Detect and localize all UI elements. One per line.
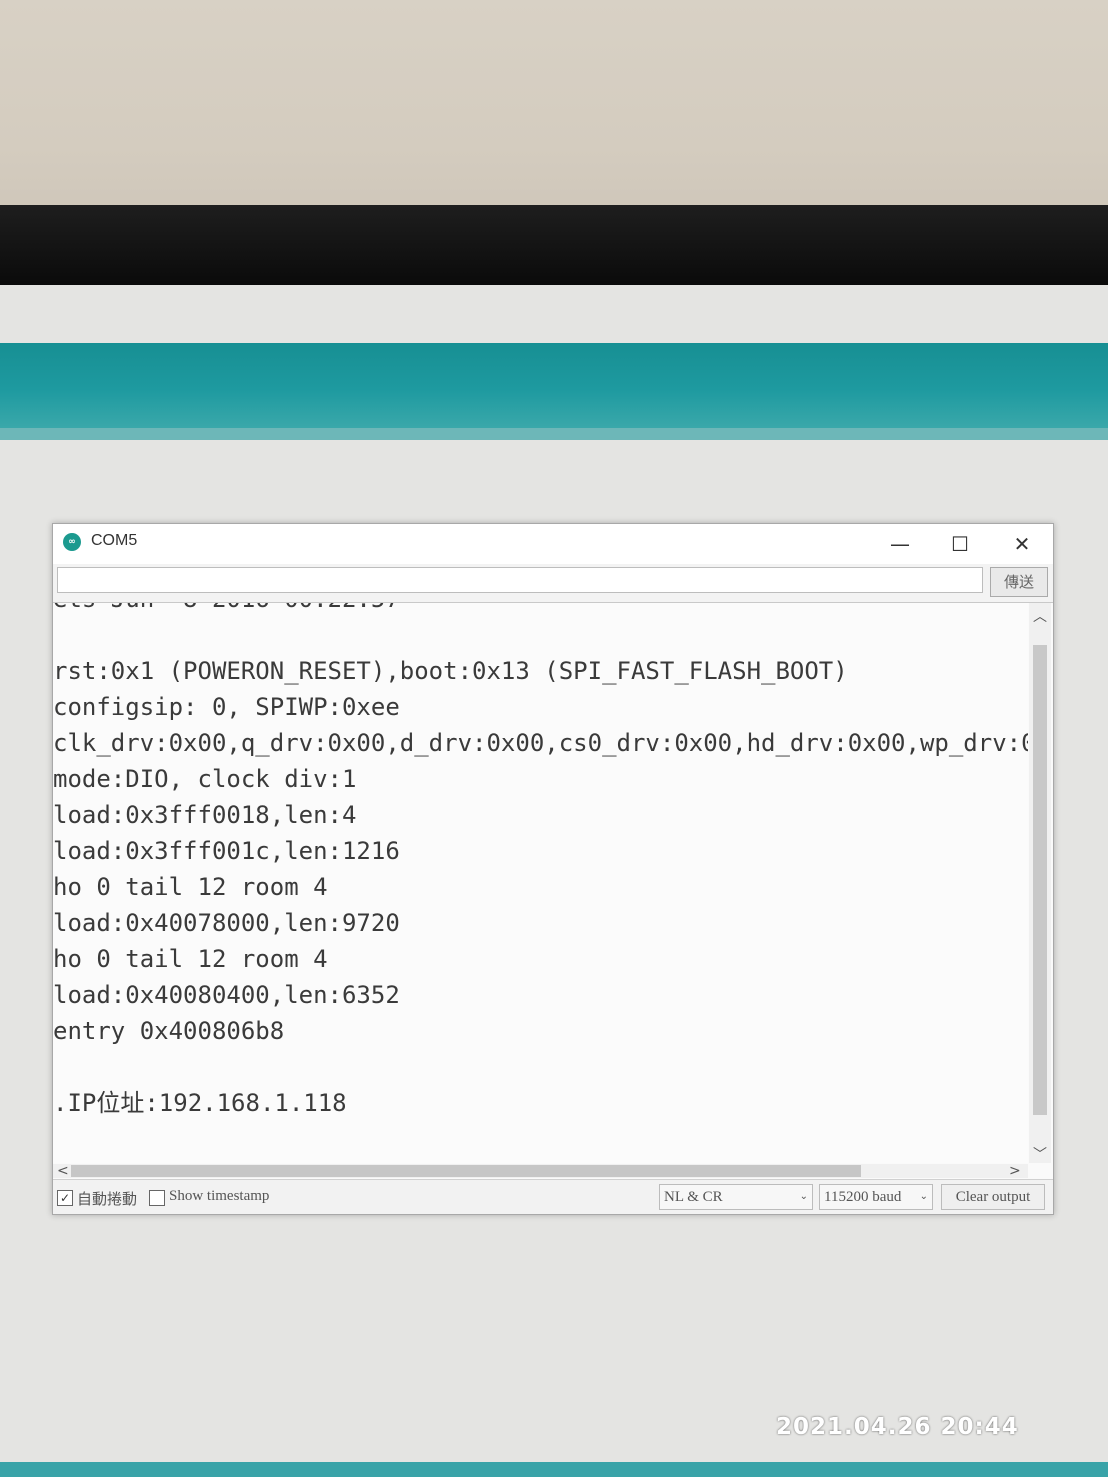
baud-rate-select[interactable]: 115200 baud ⌄ bbox=[819, 1184, 933, 1210]
send-input[interactable] bbox=[57, 567, 983, 593]
arduino-icon: ∞ bbox=[63, 533, 81, 551]
vertical-scrollbar[interactable] bbox=[1029, 603, 1051, 1163]
background-wall bbox=[0, 0, 1108, 210]
baud-rate-value: 115200 baud bbox=[824, 1189, 902, 1205]
monitor-screen: ∞ COM5 — ☐ ✕ 傳送 ets Jun 8 2016 00:22:57 … bbox=[0, 285, 1108, 1477]
monitor-bezel bbox=[0, 205, 1108, 287]
clear-output-button[interactable]: Clear output bbox=[941, 1184, 1045, 1210]
serial-output-text: ets Jun 8 2016 00:22:57 rst:0x1 (POWERON… bbox=[53, 603, 1028, 1117]
serial-output-pane[interactable]: ets Jun 8 2016 00:22:57 rst:0x1 (POWERON… bbox=[53, 603, 1028, 1163]
maximize-button[interactable]: ☐ bbox=[937, 528, 983, 560]
scroll-up-icon[interactable]: ︿ bbox=[1033, 610, 1047, 624]
send-row: 傳送 bbox=[53, 564, 1053, 603]
chevron-down-icon: ⌄ bbox=[799, 1191, 808, 1202]
status-bar: ✓ 自動捲動 Show timestamp NL & CR ⌄ 115200 b… bbox=[53, 1179, 1053, 1214]
close-button[interactable]: ✕ bbox=[999, 528, 1045, 560]
show-timestamp-label: Show timestamp bbox=[169, 1188, 270, 1204]
autoscroll-checkbox[interactable]: ✓ bbox=[57, 1190, 73, 1206]
line-ending-value: NL & CR bbox=[664, 1189, 723, 1205]
ide-header-band bbox=[0, 343, 1108, 428]
serial-monitor-window: ∞ COM5 — ☐ ✕ 傳送 ets Jun 8 2016 00:22:57 … bbox=[52, 523, 1054, 1215]
photo-timestamp: 2021.04.26 20:44 bbox=[776, 1414, 1019, 1440]
vertical-scroll-thumb[interactable] bbox=[1033, 645, 1047, 1115]
horizontal-scrollbar[interactable] bbox=[53, 1164, 1028, 1178]
horizontal-scroll-thumb[interactable] bbox=[71, 1165, 861, 1177]
ide-header-stripe bbox=[0, 428, 1108, 440]
chevron-down-icon: ⌄ bbox=[919, 1191, 928, 1202]
window-title: COM5 bbox=[91, 532, 138, 549]
scroll-right-icon[interactable]: > bbox=[1009, 1164, 1021, 1178]
autoscroll-label: 自動捲動 bbox=[77, 1192, 138, 1208]
line-ending-select[interactable]: NL & CR ⌄ bbox=[659, 1184, 813, 1210]
taskbar-strip bbox=[0, 1462, 1108, 1477]
minimize-button[interactable]: — bbox=[877, 528, 923, 560]
title-bar[interactable]: ∞ COM5 — ☐ ✕ bbox=[53, 524, 1053, 564]
show-timestamp-checkbox[interactable] bbox=[149, 1190, 165, 1206]
send-button[interactable]: 傳送 bbox=[990, 567, 1048, 597]
scroll-left-icon[interactable]: < bbox=[57, 1164, 69, 1178]
scroll-down-icon[interactable]: ﹀ bbox=[1033, 1148, 1047, 1162]
